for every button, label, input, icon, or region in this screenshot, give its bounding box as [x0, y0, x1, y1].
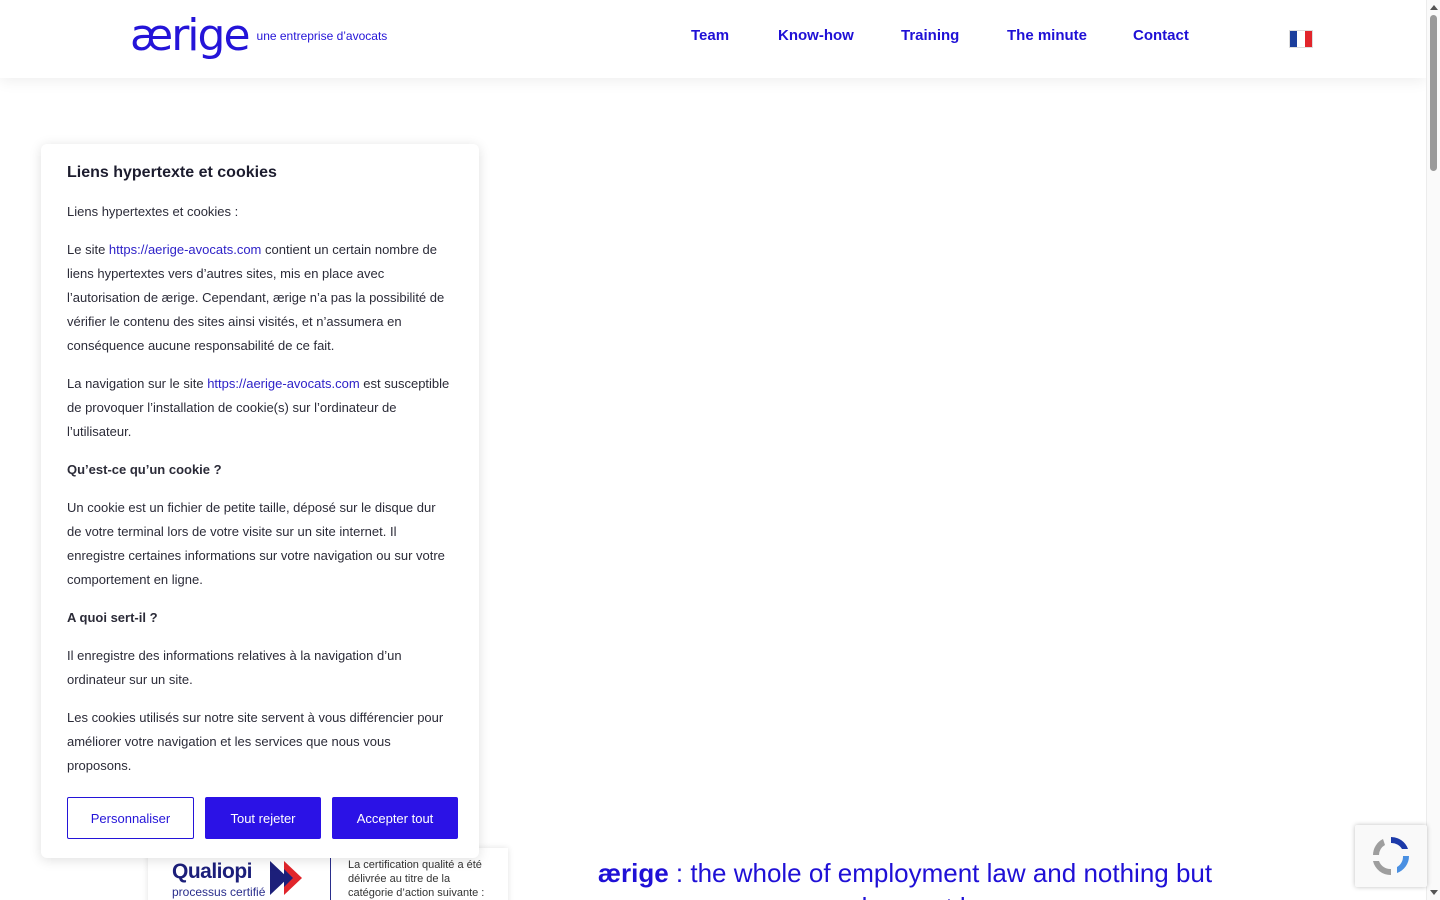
modal-heading-purpose: A quoi sert-il ? [67, 610, 158, 625]
accept-all-button[interactable]: Accepter tout [332, 797, 458, 839]
site-header: ærige une entreprise d’avocats Team Know… [0, 0, 1426, 78]
p1-text-after: contient un certain nombre de liens hype… [67, 242, 445, 353]
scroll-up-arrow-icon[interactable] [1430, 5, 1438, 10]
cookie-consent-modal: Liens hypertexte et cookies Liens hypert… [41, 144, 479, 858]
site-link[interactable]: https://aerige-avocats.com [109, 242, 261, 257]
scroll-down-arrow-icon[interactable] [1430, 890, 1438, 895]
tagline-text: : the whole of employment law and nothin… [675, 858, 1213, 900]
nav-the-minute[interactable]: The minute [1007, 27, 1087, 44]
modal-paragraph-usage: Les cookies utilisés sur notre site serv… [67, 710, 444, 773]
customize-button[interactable]: Personnaliser [67, 797, 194, 839]
site-link-2[interactable]: https://aerige-avocats.com [207, 376, 359, 391]
recaptcha-icon [1373, 837, 1409, 876]
p2-text-before: La navigation sur le site [67, 376, 208, 391]
hero-tagline: ærige : the whole of employment law and … [580, 856, 1230, 900]
scroll-thumb[interactable] [1430, 15, 1437, 171]
nav-training[interactable]: Training [901, 27, 959, 44]
modal-paragraph-cookie: Un cookie est un fichier de petite taill… [67, 500, 445, 587]
reject-all-button[interactable]: Tout rejeter [205, 797, 321, 839]
p1-text-before: Le site [67, 242, 109, 257]
modal-body: Liens hypertextes et cookies : Le site h… [67, 200, 453, 778]
modal-paragraph-purpose: Il enregistre des informations relatives… [67, 648, 402, 687]
modal-title: Liens hypertexte et cookies [67, 164, 277, 181]
modal-heading-cookie: Qu’est-ce qu’un cookie ? [67, 462, 222, 477]
modal-paragraph-navigation: La navigation sur le site https://aerige… [67, 372, 453, 444]
modal-buttons: Personnaliser Tout rejeter Accepter tout [67, 797, 458, 839]
qualiopi-text: La certification qualité a été délivrée … [348, 859, 485, 899]
qualiopi-divider [330, 856, 331, 900]
qualiopi-arrows-icon [270, 861, 302, 895]
modal-paragraph-links: Le site https://aerige-avocats.com conti… [67, 238, 453, 358]
qualiopi-subtitle: processus certifié [172, 885, 266, 899]
logo-wordmark: ærige [130, 10, 251, 61]
tagline-brand: ærige [597, 858, 669, 888]
nav-team[interactable]: Team [691, 27, 729, 44]
recaptcha-badge[interactable] [1355, 825, 1427, 887]
modal-intro: Liens hypertextes et cookies : [67, 204, 239, 219]
logo-tagline: une entreprise d’avocats [256, 29, 388, 43]
page-scrollbar[interactable] [1426, 0, 1440, 900]
qualiopi-brand: Qualiopi [172, 860, 253, 883]
nav-know-how[interactable]: Know-how [778, 27, 854, 44]
site-logo[interactable]: ærige une entreprise d’avocats [130, 12, 387, 60]
nav-contact[interactable]: Contact [1133, 27, 1189, 44]
france-flag-icon[interactable] [1289, 30, 1313, 48]
